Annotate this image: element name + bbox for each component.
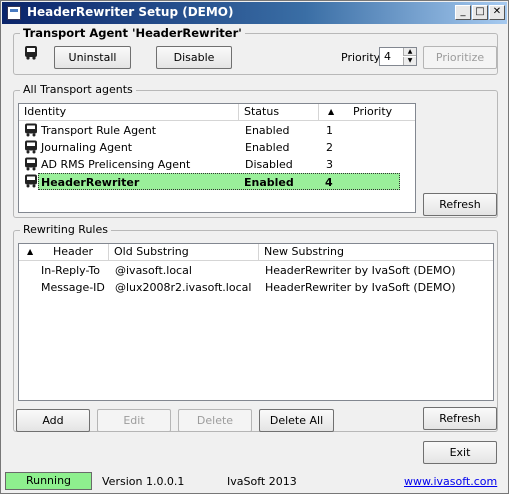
bus-icon (25, 174, 37, 188)
rule-new-substring: HeaderRewriter by IvaSoft (DEMO) (265, 281, 456, 294)
agent-identity: Transport Rule Agent (41, 124, 157, 137)
column-priority[interactable]: ▲ Priority (319, 104, 415, 121)
sort-asc-icon: ▲ (27, 247, 34, 256)
edit-rule-button[interactable]: Edit (97, 409, 171, 432)
agent-identity: HeaderRewriter (41, 176, 140, 189)
rule-old-substring: @lux2008r2.ivasoft.local (115, 281, 252, 294)
agent-row[interactable]: AD RMS Prelicensing Agent Disabled 3 (21, 156, 401, 173)
status-bar: Running Version 1.0.0.1 IvaSoft 2013 www… (1, 470, 508, 493)
agent-status: Enabled (244, 176, 294, 189)
bus-icon (25, 140, 37, 154)
priority-label: Priority: (341, 51, 384, 64)
rule-old-substring: @ivasoft.local (115, 264, 192, 277)
spin-up-icon[interactable]: ▲ (403, 48, 416, 56)
agent-status: Enabled (245, 124, 290, 137)
bus-icon (25, 46, 37, 60)
spin-down-icon[interactable]: ▼ (403, 57, 416, 65)
website-link[interactable]: www.ivasoft.com (404, 475, 497, 488)
version-text: Version 1.0.0.1 (102, 475, 185, 488)
minimize-button[interactable]: _ (455, 5, 471, 20)
priority-value: 4 (384, 50, 391, 63)
agents-refresh-button[interactable]: Refresh (423, 193, 497, 216)
delete-rule-button[interactable]: Delete (178, 409, 252, 432)
transport-agents-group-title: All Transport agents (20, 83, 136, 96)
rules-refresh-button[interactable]: Refresh (423, 407, 497, 430)
exit-button[interactable]: Exit (423, 441, 497, 464)
window-title: HeaderRewriter Setup (DEMO) (27, 5, 234, 19)
status-running-badge: Running (5, 472, 92, 490)
rule-header: In-Reply-To (41, 264, 100, 277)
agents-list[interactable]: Identity Status ▲ Priority Transport Rul… (18, 103, 416, 213)
rules-list[interactable]: ▲ Header Old Substring New Substring In-… (18, 243, 494, 401)
transport-agent-group-title: Transport Agent 'HeaderRewriter' (20, 26, 245, 40)
agent-identity: AD RMS Prelicensing Agent (41, 158, 191, 171)
company-text: IvaSoft 2013 (227, 475, 297, 488)
rule-row[interactable]: In-Reply-To @ivasoft.local HeaderRewrite… (21, 262, 491, 279)
bus-icon (25, 123, 37, 137)
disable-button[interactable]: Disable (156, 46, 232, 69)
rule-new-substring: HeaderRewriter by IvaSoft (DEMO) (265, 264, 456, 277)
agent-row-selected[interactable]: HeaderRewriter Enabled 4 (38, 173, 400, 190)
main-window: HeaderRewriter Setup (DEMO) _ □ ✕ Transp… (0, 0, 509, 494)
maximize-button[interactable]: □ (472, 5, 488, 20)
column-old-substring[interactable]: Old Substring (109, 244, 259, 261)
close-button[interactable]: ✕ (489, 5, 505, 20)
agent-row[interactable]: Journaling Agent Enabled 2 (21, 139, 401, 156)
add-rule-button[interactable]: Add (16, 409, 90, 432)
rewriting-rules-group-title: Rewriting Rules (20, 223, 111, 236)
agent-priority: 4 (325, 176, 333, 189)
bus-icon (25, 157, 37, 171)
rule-row[interactable]: Message-ID @lux2008r2.ivasoft.local Head… (21, 279, 491, 296)
agent-priority: 2 (326, 141, 333, 154)
uninstall-button[interactable]: Uninstall (54, 46, 131, 69)
app-window-icon (7, 6, 21, 20)
rule-header: Message-ID (41, 281, 105, 294)
agent-identity: Journaling Agent (41, 141, 133, 154)
agent-status: Enabled (245, 141, 290, 154)
agent-status: Disabled (245, 158, 293, 171)
agent-priority: 3 (326, 158, 333, 171)
delete-all-rules-button[interactable]: Delete All (259, 409, 334, 432)
sort-asc-icon: ▲ (328, 107, 335, 116)
priority-spinner[interactable]: 4 ▲ ▼ (379, 47, 417, 66)
column-identity[interactable]: Identity (19, 104, 239, 121)
column-priority-label: Priority (353, 105, 393, 118)
prioritize-button[interactable]: Prioritize (423, 46, 497, 69)
column-header[interactable]: ▲ Header (19, 244, 109, 261)
column-new-substring[interactable]: New Substring (259, 244, 493, 261)
column-header-label: Header (53, 245, 94, 258)
agent-priority: 1 (326, 124, 333, 137)
column-status[interactable]: Status (239, 104, 319, 121)
title-bar[interactable]: HeaderRewriter Setup (DEMO) _ □ ✕ (2, 2, 507, 24)
agent-row[interactable]: Transport Rule Agent Enabled 1 (21, 122, 401, 139)
